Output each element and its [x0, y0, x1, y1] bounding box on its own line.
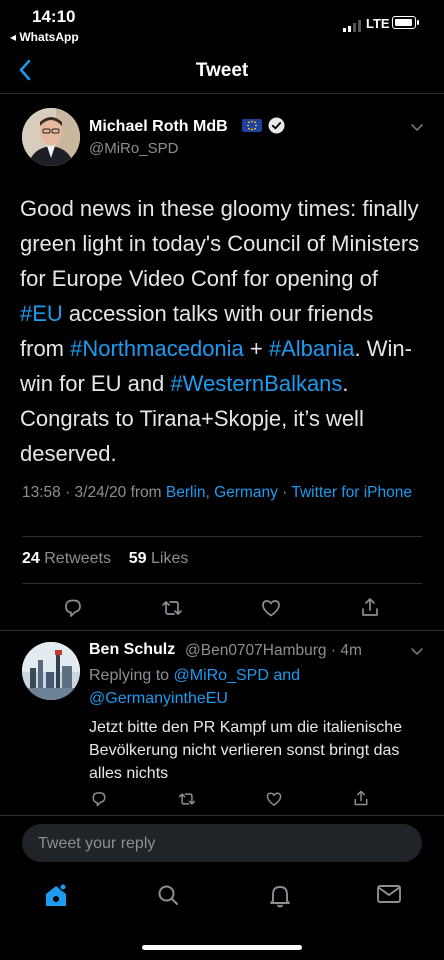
- search-icon[interactable]: [156, 883, 180, 912]
- reply-author-avatar[interactable]: [22, 642, 80, 700]
- bell-icon[interactable]: [268, 883, 292, 914]
- tweet-divider: [0, 630, 444, 631]
- replying-and: and: [268, 667, 301, 684]
- network-label: LTE: [366, 16, 390, 31]
- stats-divider: [22, 583, 422, 584]
- hashtag-link[interactable]: #WesternBalkans: [170, 371, 342, 396]
- reply-like-icon[interactable]: [265, 790, 283, 813]
- signal-icon: [343, 19, 363, 37]
- reply-retweet-icon[interactable]: [177, 790, 197, 813]
- reply-icon[interactable]: [62, 597, 84, 624]
- hashtag-link[interactable]: #Albania: [269, 336, 355, 361]
- reply-chevron-down-icon[interactable]: [410, 644, 424, 662]
- replying-to-link-2[interactable]: @GermanyintheEU: [89, 690, 228, 707]
- reply-share-icon[interactable]: [352, 789, 370, 812]
- likes-stat[interactable]: 59 Likes: [129, 550, 189, 567]
- meta-divider: [22, 536, 422, 537]
- mail-icon[interactable]: [376, 883, 402, 910]
- tweet-meta: 13:58 · 3/24/20 from Berlin, Germany · T…: [22, 482, 422, 504]
- hashtag-link[interactable]: #Northmacedonia: [70, 336, 244, 361]
- header-divider: [0, 93, 444, 94]
- reply-author-name[interactable]: Ben Schulz: [89, 641, 175, 659]
- reply-compose-box[interactable]: [22, 824, 422, 864]
- replying-prefix: Replying to: [89, 667, 174, 684]
- reply-handle-time: @Ben0707Hamburg · 4m: [185, 642, 362, 659]
- meta-separator: ·: [277, 484, 292, 501]
- home-icon[interactable]: [44, 883, 68, 914]
- back-to-whatsapp-link[interactable]: ◂ WhatsApp: [10, 30, 79, 44]
- author-avatar[interactable]: [22, 108, 80, 166]
- tweet-location-link[interactable]: Berlin, Germany: [166, 484, 278, 501]
- like-icon[interactable]: [260, 597, 282, 624]
- reply-input[interactable]: [36, 824, 410, 864]
- author-name[interactable]: Michael Roth MdB: [89, 118, 228, 136]
- back-chevron-icon[interactable]: [17, 58, 33, 87]
- author-handle[interactable]: @MiRo_SPD: [89, 140, 178, 157]
- tweet-text-segment: +: [243, 336, 269, 361]
- tweet-source-link[interactable]: Twitter for iPhone: [291, 484, 412, 501]
- replying-to: Replying to @MiRo_SPD and @GermanyintheE…: [89, 664, 419, 710]
- reply-divider: [0, 815, 444, 816]
- share-icon[interactable]: [359, 596, 381, 623]
- reply-reply-icon[interactable]: [90, 790, 108, 813]
- tweet-text: Good news in these gloomy times: finally…: [20, 191, 420, 471]
- page-title: Tweet: [195, 60, 249, 81]
- chevron-down-icon[interactable]: [410, 120, 424, 138]
- tweet-timestamp: 13:58 · 3/24/20 from: [22, 484, 166, 501]
- tweet-text-segment: Good news in these gloomy times: finally…: [20, 196, 420, 291]
- retweet-icon[interactable]: [160, 597, 184, 624]
- hashtag-link[interactable]: #EU: [20, 301, 63, 326]
- tweet-stats: 24 Retweets 59 Likes: [22, 550, 188, 568]
- reply-text: Jetzt bitte den PR Kampf um die italieni…: [89, 719, 403, 782]
- replying-to-link-1[interactable]: @MiRo_SPD: [174, 667, 269, 684]
- verified-badge-icon: [268, 117, 285, 139]
- status-time: 14:10: [32, 7, 76, 26]
- eu-flag-icon: [242, 119, 262, 132]
- battery-icon: [392, 16, 419, 29]
- retweets-stat[interactable]: 24 Retweets: [22, 550, 111, 567]
- home-indicator[interactable]: [142, 945, 302, 950]
